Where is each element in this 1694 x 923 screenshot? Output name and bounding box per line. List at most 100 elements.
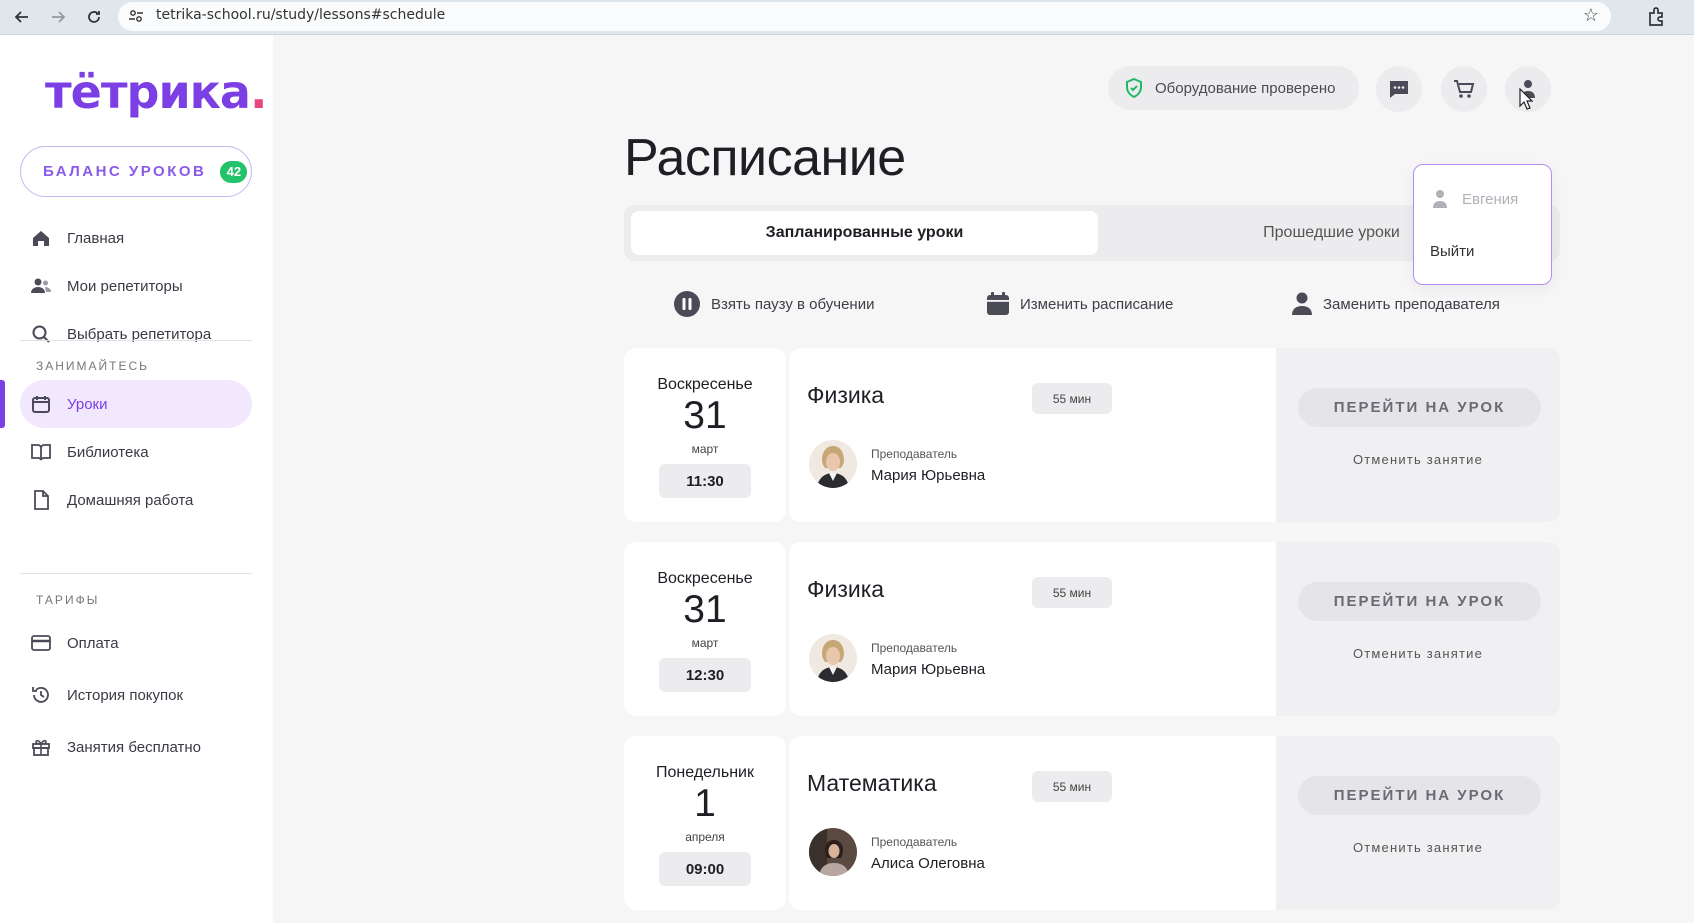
balance-label: БАЛАНС УРОКОВ: [43, 163, 207, 180]
lesson-balance-button[interactable]: БАЛАНС УРОКОВ 42: [20, 146, 252, 197]
bookmark-star-icon[interactable]: ☆: [1583, 5, 1599, 26]
sidebar-item-label: Главная: [67, 229, 125, 247]
cart-icon: [1454, 80, 1475, 98]
lesson-card: Воскресенье 31 март 12:30 Физика 55 мин …: [624, 542, 1560, 716]
page-title: Расписание: [624, 129, 906, 187]
mouse-cursor-icon: [1519, 88, 1533, 110]
teacher-label: Преподаватель: [871, 641, 958, 655]
active-indicator: [0, 380, 5, 428]
teacher-label: Преподаватель: [871, 447, 958, 461]
sidebar-item-label: Библиотека: [67, 443, 149, 461]
lesson-duration-badge: 55 мин: [1032, 577, 1112, 608]
replace-teacher-button[interactable]: Заменить преподавателя: [1291, 288, 1500, 320]
sidebar-item-label: Уроки: [67, 395, 108, 413]
extensions-icon[interactable]: [1644, 4, 1670, 30]
join-lesson-button[interactable]: ПЕРЕЙТИ НА УРОК: [1298, 388, 1541, 427]
action-label: Изменить расписание: [1020, 295, 1174, 313]
document-icon: [30, 489, 52, 511]
tab-scheduled-lessons[interactable]: Запланированные уроки: [631, 211, 1098, 255]
chat-button[interactable]: [1376, 66, 1422, 112]
sidebar-item-label: Мои репетиторы: [67, 277, 183, 295]
lesson-subject: Физика: [807, 576, 885, 602]
sidebar-item-payment[interactable]: Оплата: [20, 619, 252, 667]
teacher-avatar: [809, 634, 857, 682]
forward-arrow-icon[interactable]: [44, 3, 72, 31]
sidebar-item-lessons[interactable]: Уроки: [20, 380, 252, 428]
sidebar-item-purchase-history[interactable]: История покупок: [20, 671, 252, 719]
sidebar-item-label: Занятия бесплатно: [67, 738, 201, 756]
lesson-subject: Физика: [807, 382, 885, 408]
join-lesson-button[interactable]: ПЕРЕЙТИ НА УРОК: [1298, 582, 1541, 621]
balance-count-badge: 42: [220, 160, 248, 183]
sidebar-item-my-tutors[interactable]: Мои репетиторы: [20, 262, 252, 310]
sidebar-divider: [20, 573, 252, 574]
lesson-info: Математика 55 мин Преподаватель Алиса Ол…: [789, 736, 1276, 910]
sidebar: тётрика. БАЛАНС УРОКОВ 42 Главная Мои ре…: [0, 35, 273, 923]
section-label-tariffs: ТАРИФЫ: [36, 593, 100, 607]
users-icon: [30, 275, 52, 297]
lesson-month: март: [691, 636, 719, 650]
lesson-day: 31: [683, 588, 727, 631]
history-icon: [30, 684, 52, 706]
lesson-actions: ПЕРЕЙТИ НА УРОК Отменить занятие: [1276, 542, 1560, 716]
join-lesson-button[interactable]: ПЕРЕЙТИ НА УРОК: [1298, 776, 1541, 815]
tetrika-logo[interactable]: тётрика.: [45, 65, 268, 119]
sidebar-item-label: Домашняя работа: [67, 491, 194, 509]
pause-icon: [674, 291, 700, 317]
calendar-icon: [987, 292, 1009, 315]
site-settings-icon[interactable]: [128, 8, 144, 24]
sidebar-item-homework[interactable]: Домашняя работа: [20, 476, 252, 524]
lesson-info: Физика 55 мин Преподаватель Мария Юрьевн…: [789, 542, 1276, 716]
lesson-subject: Математика: [807, 770, 937, 796]
pause-learning-button[interactable]: Взять паузу в обучении: [673, 288, 874, 320]
teacher-name: Мария Юрьевна: [871, 661, 986, 678]
lesson-card: Воскресенье 31 март 11:30 Физика 55 мин …: [624, 348, 1560, 522]
lesson-info: Физика 55 мин Преподаватель Мария Юрьевн…: [789, 348, 1276, 522]
sidebar-item-free-lessons[interactable]: Занятия бесплатно: [20, 723, 252, 771]
shield-check-icon: [1126, 78, 1142, 98]
teacher-avatar: [809, 828, 857, 876]
cancel-lesson-link[interactable]: Отменить занятие: [1276, 840, 1560, 855]
reload-icon[interactable]: [80, 3, 108, 31]
dropdown-user-row: Евгения: [1432, 189, 1518, 209]
sidebar-item-home[interactable]: Главная: [20, 214, 252, 262]
equipment-status-text: Оборудование проверено: [1155, 79, 1336, 97]
sidebar-divider: [20, 340, 252, 341]
lesson-card: Понедельник 1 апреля 09:00 Математика 55…: [624, 736, 1560, 910]
action-label: Заменить преподавателя: [1323, 295, 1500, 313]
user-icon: [1292, 292, 1312, 315]
sidebar-item-label: Оплата: [67, 634, 119, 652]
action-label: Взять паузу в обучении: [711, 295, 875, 313]
logout-button[interactable]: Выйти: [1430, 243, 1474, 260]
cancel-lesson-link[interactable]: Отменить занятие: [1276, 452, 1560, 467]
dropdown-user-name: Евгения: [1462, 190, 1519, 208]
lesson-time: 09:00: [659, 852, 751, 886]
chat-icon: [1390, 81, 1408, 98]
equipment-check-button[interactable]: Оборудование проверено: [1108, 66, 1359, 110]
back-arrow-icon[interactable]: [8, 3, 36, 31]
logo-dot: .: [249, 65, 268, 119]
lesson-date: Воскресенье 31 март 11:30: [624, 348, 786, 522]
lesson-day: 31: [683, 394, 727, 437]
user-icon: [1433, 190, 1447, 208]
profile-dropdown: Евгения Выйти: [1413, 164, 1552, 285]
sidebar-item-choose-tutor[interactable]: Выбрать репетитора: [20, 310, 252, 358]
section-label-study: ЗАНИМАЙТЕСЬ: [36, 359, 150, 373]
lesson-time: 11:30: [659, 464, 751, 498]
lesson-month: март: [691, 442, 719, 456]
book-icon: [30, 441, 52, 463]
sidebar-item-library[interactable]: Библиотека: [20, 428, 252, 476]
url-text[interactable]: tetrika-school.ru/study/lessons#schedule: [156, 7, 445, 23]
lesson-weekday: Воскресенье: [657, 570, 753, 587]
change-schedule-button[interactable]: Изменить расписание: [986, 288, 1173, 320]
lesson-day: 1: [694, 782, 716, 825]
cancel-lesson-link[interactable]: Отменить занятие: [1276, 646, 1560, 661]
home-icon: [30, 227, 52, 249]
cart-button[interactable]: [1441, 66, 1487, 112]
lesson-month: апреля: [685, 830, 725, 844]
lesson-weekday: Воскресенье: [657, 376, 753, 393]
sidebar-item-label: История покупок: [67, 686, 184, 704]
logo-text: тётрика: [45, 65, 251, 119]
address-bar[interactable]: tetrika-school.ru/study/lessons#schedule…: [118, 2, 1611, 31]
teacher-label: Преподаватель: [871, 835, 958, 849]
